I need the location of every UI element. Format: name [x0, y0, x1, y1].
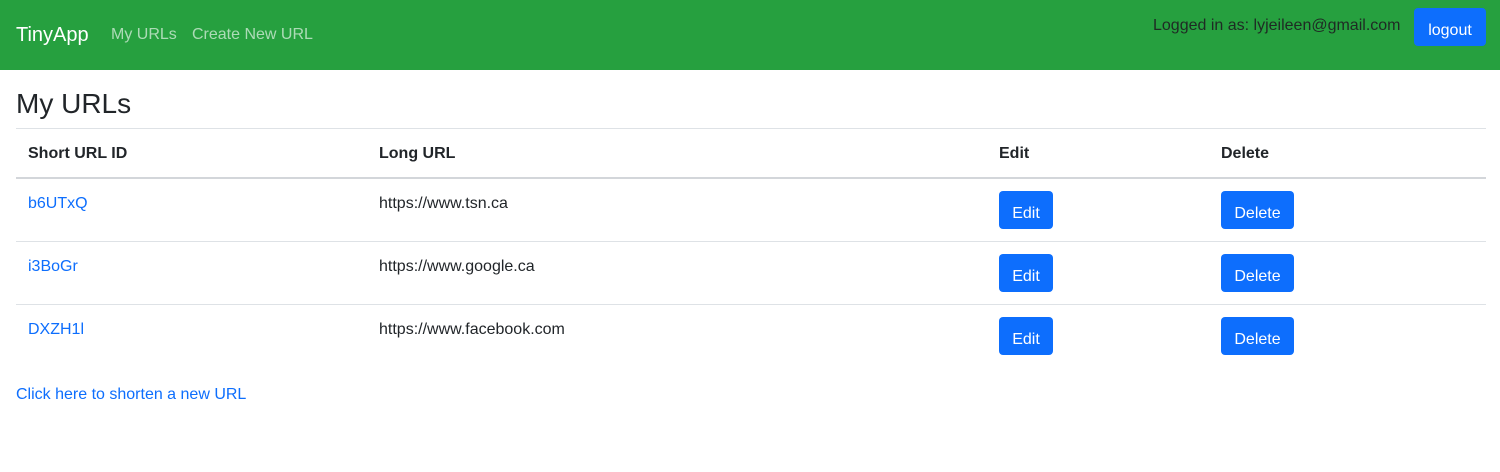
delete-button[interactable]: Delete	[1221, 317, 1294, 355]
short-url-link[interactable]: i3BoGr	[28, 257, 78, 277]
long-url-text: https://www.tsn.ca	[379, 195, 508, 212]
table-header-row: Short URL ID Long URL Edit Delete	[16, 129, 1486, 179]
short-url-link[interactable]: DXZH1l	[28, 320, 84, 340]
navbar: TinyApp My URLs Create New URL Logged in…	[0, 0, 1500, 70]
delete-button[interactable]: Delete	[1221, 254, 1294, 292]
brand-link[interactable]: TinyApp	[16, 23, 89, 47]
delete-button[interactable]: Delete	[1221, 191, 1294, 229]
table-row: DXZH1l https://www.facebook.com Edit Del…	[16, 305, 1486, 367]
header-short-url-id: Short URL ID	[28, 145, 128, 162]
shorten-new-url-link[interactable]: Click here to shorten a new URL	[16, 385, 246, 405]
table-row: i3BoGr https://www.google.ca Edit Delete	[16, 242, 1486, 305]
logged-in-text: Logged in as: lyjeileen@gmail.com	[1153, 17, 1401, 34]
logout-button[interactable]: logout	[1414, 8, 1486, 46]
long-url-text: https://www.facebook.com	[379, 321, 565, 338]
edit-button[interactable]: Edit	[999, 191, 1053, 229]
short-url-link[interactable]: b6UTxQ	[28, 194, 88, 214]
table-row: b6UTxQ https://www.tsn.ca Edit Delete	[16, 179, 1486, 242]
header-delete: Delete	[1221, 145, 1270, 162]
nav-link-create-new-url[interactable]: Create New URL	[192, 25, 313, 45]
long-url-text: https://www.google.ca	[379, 258, 535, 275]
header-long-url: Long URL	[379, 145, 456, 162]
edit-button[interactable]: Edit	[999, 254, 1053, 292]
header-edit: Edit	[999, 145, 1030, 162]
edit-button[interactable]: Edit	[999, 317, 1053, 355]
page-title: My URLs	[16, 88, 132, 119]
nav-link-my-urls[interactable]: My URLs	[111, 25, 177, 45]
